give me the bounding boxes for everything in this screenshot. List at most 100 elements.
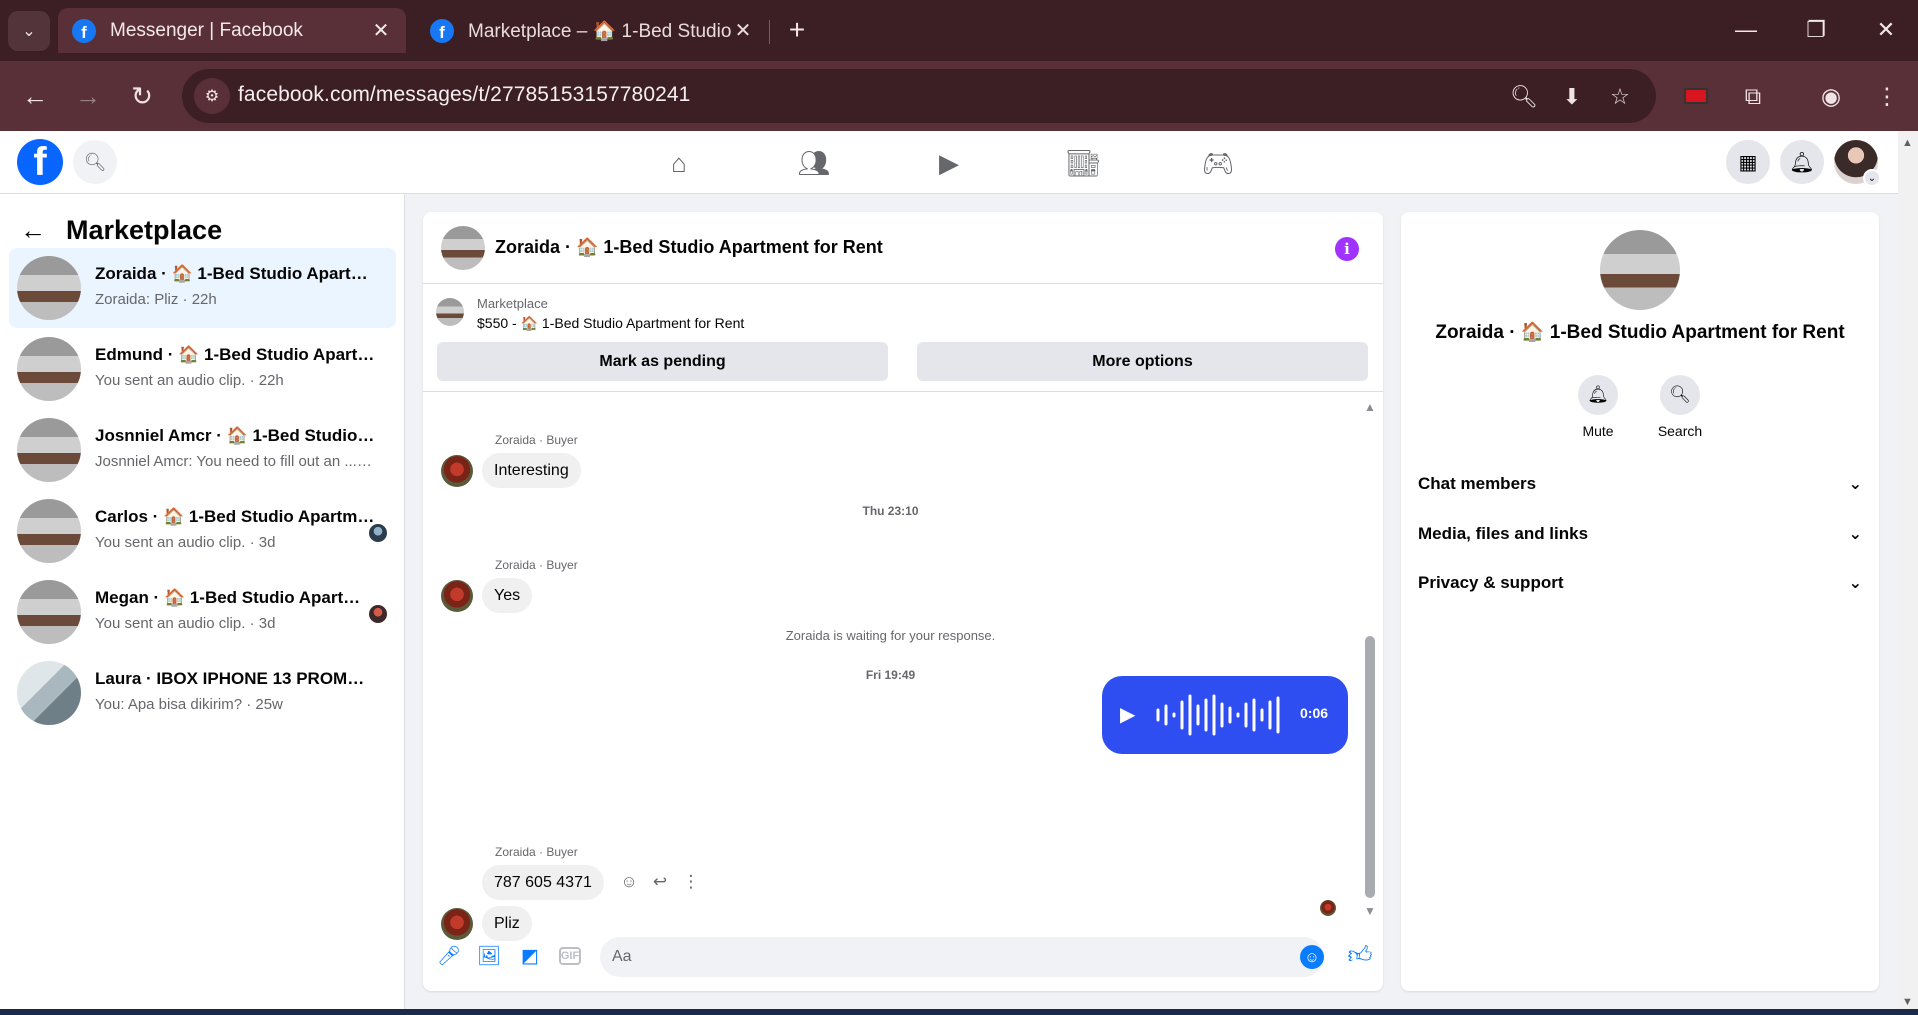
- message-thread: Zoraida · Buyer Interesting Thu 23:10 Zo…: [423, 392, 1383, 941]
- search-icon[interactable]: 🔍︎: [1660, 375, 1700, 415]
- buyer-avatar[interactable]: [441, 580, 473, 612]
- thumbs-up-icon[interactable]: 👍︎: [1345, 941, 1375, 971]
- restore-button[interactable]: ❐: [1793, 12, 1839, 48]
- microphone-icon[interactable]: 🎤︎: [436, 943, 462, 969]
- bell-icon[interactable]: 🔔︎: [1578, 375, 1618, 415]
- conversation-item[interactable]: Josnniel Amcr · 🏠 1-Bed Studio Apartment…: [9, 410, 396, 490]
- listing-thumbnail[interactable]: [441, 226, 485, 270]
- marketplace-icon[interactable]: 🏬︎: [1063, 143, 1103, 183]
- chevron-down-icon: ⌄: [1848, 526, 1862, 543]
- read-receipt-avatar: [1320, 900, 1336, 916]
- extensions-puzzle-icon[interactable]: ⧉: [1733, 76, 1773, 116]
- restore-icon: ❐: [1806, 17, 1826, 42]
- seen-avatar: [369, 605, 387, 623]
- gif-icon[interactable]: GIF: [559, 947, 581, 965]
- play-icon[interactable]: ▶: [1120, 702, 1135, 727]
- photo-icon[interactable]: 🖼︎: [476, 943, 502, 969]
- chat-scrollbar[interactable]: ▲ ▼: [1363, 400, 1377, 918]
- browser-menu-icon[interactable]: ⋮: [1867, 76, 1907, 116]
- notifications-bell-icon[interactable]: 🔔︎: [1780, 140, 1824, 184]
- conversation-item[interactable]: Megan · 🏠 1-Bed Studio Apartment for Ren…: [9, 572, 396, 652]
- tab-search-button[interactable]: ⌄: [8, 11, 50, 51]
- site-settings-icon[interactable]: ⚙: [194, 78, 230, 114]
- marketplace-sidebar: ← Marketplace Zoraida · 🏠 1-Bed Studio A…: [0, 194, 405, 1009]
- minimize-button[interactable]: —: [1723, 12, 1769, 48]
- search-action[interactable]: 🔍︎ Search: [1645, 375, 1715, 439]
- scroll-up-icon[interactable]: ▲: [1364, 400, 1376, 414]
- conversation-item[interactable]: Zoraida · 🏠 1-Bed Studio Apartment for R…: [9, 248, 396, 328]
- listing-thumbnail[interactable]: [436, 298, 464, 326]
- scroll-up-icon[interactable]: ▲: [1902, 137, 1913, 149]
- tab-messenger[interactable]: f Messenger | Facebook ✕: [58, 8, 406, 53]
- gaming-icon[interactable]: 🎮︎: [1198, 143, 1238, 183]
- bookmark-star-icon[interactable]: ☆: [1603, 80, 1637, 114]
- privacy-support-section[interactable]: Privacy & support ⌄: [1418, 563, 1862, 603]
- chat-title[interactable]: Zoraida · 🏠 1-Bed Studio Apartment for R…: [495, 237, 883, 258]
- facebook-logo-icon[interactable]: f: [17, 139, 63, 185]
- menu-grid-icon[interactable]: ▦: [1726, 140, 1770, 184]
- url-text[interactable]: facebook.com/messages/t/2778515315778024…: [238, 83, 690, 107]
- audio-duration: 0:06: [1300, 705, 1329, 721]
- reload-button[interactable]: ↻: [122, 76, 162, 116]
- scroll-down-icon[interactable]: ▼: [1364, 904, 1376, 918]
- info-icon[interactable]: i: [1335, 237, 1359, 261]
- home-icon[interactable]: ⌂: [659, 143, 699, 183]
- scroll-down-icon[interactable]: ▼: [1902, 996, 1913, 1008]
- chat-members-section[interactable]: Chat members ⌄: [1418, 464, 1862, 504]
- back-button[interactable]: ←: [15, 76, 55, 116]
- sticker-icon[interactable]: ◩: [517, 943, 543, 969]
- extension-screen-icon[interactable]: [1676, 76, 1716, 116]
- message-input[interactable]: [600, 937, 1324, 977]
- page-scrollbar[interactable]: ▲ ▼: [1898, 131, 1918, 1010]
- reply-icon[interactable]: ↩: [648, 870, 672, 894]
- video-icon[interactable]: ▶: [929, 143, 969, 183]
- chat-header: Zoraida · 🏠 1-Bed Studio Apartment for R…: [423, 212, 1383, 284]
- conversation-item[interactable]: Edmund · 🏠 1-Bed Studio Apartment for Re…: [9, 329, 396, 409]
- message-bubble[interactable]: Interesting: [482, 453, 581, 488]
- sidebar-header: ← Marketplace: [20, 210, 222, 250]
- conversation-item[interactable]: Carlos · 🏠 1-Bed Studio Apartment for Re…: [9, 491, 396, 571]
- conversation-preview: You sent an audio clip. · 3d: [95, 615, 276, 632]
- listing-avatar[interactable]: [1600, 230, 1680, 310]
- address-bar[interactable]: ⚙ facebook.com/messages/t/27785153157780…: [182, 69, 1656, 123]
- install-app-icon[interactable]: ⬇: [1555, 80, 1589, 114]
- facebook-search-button[interactable]: 🔍︎: [73, 140, 117, 184]
- conversation-name: Zoraida · 🏠 1-Bed Studio Apartment for R…: [1435, 322, 1845, 343]
- mute-action[interactable]: 🔔︎ Mute: [1563, 375, 1633, 439]
- facebook-favicon-icon: f: [430, 18, 454, 43]
- mark-as-pending-button[interactable]: Mark as pending: [437, 342, 888, 381]
- listing-price[interactable]: $550 - 🏠 1-Bed Studio Apartment for Rent: [477, 315, 744, 332]
- tab-close-icon[interactable]: ✕: [732, 18, 754, 43]
- more-icon[interactable]: ⋮: [679, 870, 703, 894]
- profile-icon[interactable]: ◉: [1811, 76, 1851, 116]
- tab-close-icon[interactable]: ✕: [370, 18, 392, 43]
- taskbar-strip: [0, 1009, 1918, 1015]
- conversation-name: Zoraida · 🏠 1-Bed Studio Apartment for R…: [95, 264, 375, 283]
- facebook-favicon-icon: f: [72, 18, 96, 43]
- back-arrow-icon[interactable]: ←: [20, 215, 54, 246]
- new-tab-button[interactable]: +: [781, 14, 813, 46]
- conversation-preview: You sent an audio clip. · 22h: [95, 372, 284, 389]
- friends-icon[interactable]: 👥︎: [794, 143, 834, 183]
- react-emoji-icon[interactable]: ☺: [617, 870, 641, 894]
- conversation-name: Josnniel Amcr · 🏠 1-Bed Studio Apartment…: [95, 426, 375, 445]
- close-window-button[interactable]: ✕: [1863, 12, 1909, 48]
- listing-thumbnail: [17, 499, 81, 563]
- more-options-button[interactable]: More options: [917, 342, 1368, 381]
- audio-clip-bubble[interactable]: ▶ 0:06: [1102, 676, 1348, 754]
- tab-marketplace[interactable]: f Marketplace – 🏠 1-Bed Studio Apartment…: [416, 8, 768, 53]
- message-bubble[interactable]: 787 605 4371: [482, 865, 604, 900]
- zoom-icon[interactable]: 🔍︎: [1507, 80, 1541, 114]
- message-bubble[interactable]: Yes: [482, 578, 533, 613]
- scrollbar-thumb[interactable]: [1365, 636, 1375, 898]
- media-files-links-section[interactable]: Media, files and links ⌄: [1418, 514, 1862, 554]
- conversation-item[interactable]: Laura · IBOX IPHONE 13 PROMAX 128GB You:…: [9, 653, 396, 733]
- plus-icon: +: [788, 14, 806, 45]
- buyer-avatar[interactable]: [441, 455, 473, 487]
- emoji-icon[interactable]: ☺: [1300, 945, 1324, 969]
- chevron-down-icon[interactable]: ⌄: [1863, 169, 1881, 187]
- forward-button[interactable]: →: [68, 76, 108, 116]
- chevron-down-icon: ⌄: [1848, 476, 1862, 493]
- section-label: Privacy & support: [1418, 573, 1564, 592]
- sidebar-title: Marketplace: [66, 214, 223, 245]
